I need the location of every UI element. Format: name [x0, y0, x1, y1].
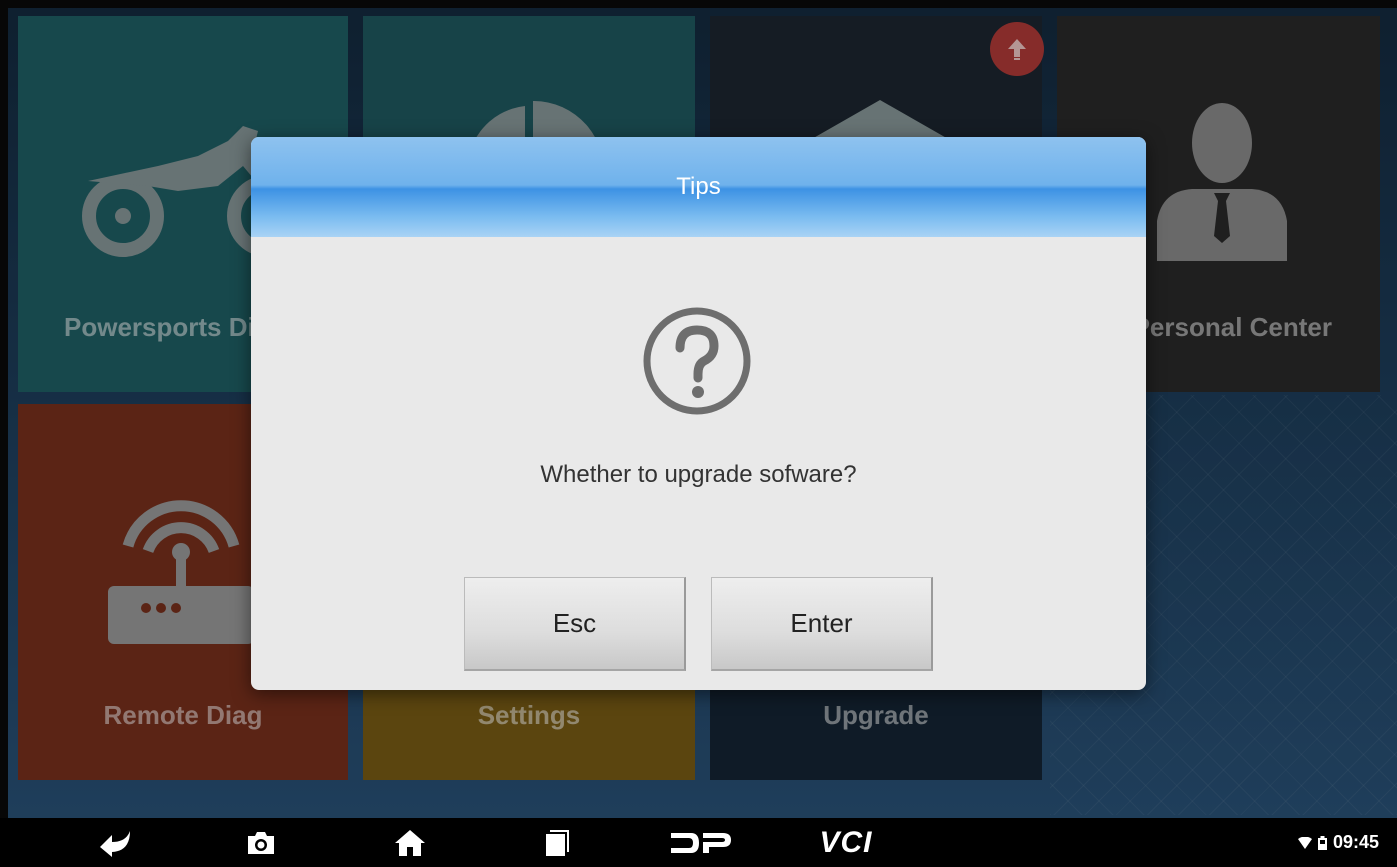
esc-button[interactable]: Esc [464, 577, 686, 671]
camera-icon [248, 831, 274, 854]
screenshot-button[interactable] [236, 818, 286, 867]
tips-dialog: Tips Whether to upgrade sofware? Esc Ent… [251, 137, 1146, 690]
wifi-icon [1297, 836, 1312, 849]
recent-apps-icon [546, 829, 569, 856]
home-screen: Powersports Diag Personal Center Remote … [0, 0, 1397, 818]
question-icon [643, 307, 751, 415]
home-button[interactable] [385, 818, 435, 867]
dialog-header: Tips [251, 137, 1146, 237]
home-icon [395, 829, 425, 856]
status-area: 09:45 [1297, 818, 1379, 867]
dp-button[interactable] [664, 818, 734, 867]
dialog-message: Whether to upgrade sofware? [540, 461, 857, 488]
dialog-title: Tips [676, 173, 721, 200]
recent-apps-button[interactable] [532, 818, 582, 867]
clock: 09:45 [1332, 832, 1379, 852]
dp-logo-icon [671, 832, 731, 853]
vci-button[interactable]: VCI [806, 818, 886, 867]
enter-button[interactable]: Enter [711, 577, 933, 671]
back-icon [100, 830, 130, 857]
battery-icon [1317, 835, 1327, 850]
back-button[interactable] [90, 818, 140, 867]
navigation-bar: VCI 09:45 [0, 818, 1397, 867]
